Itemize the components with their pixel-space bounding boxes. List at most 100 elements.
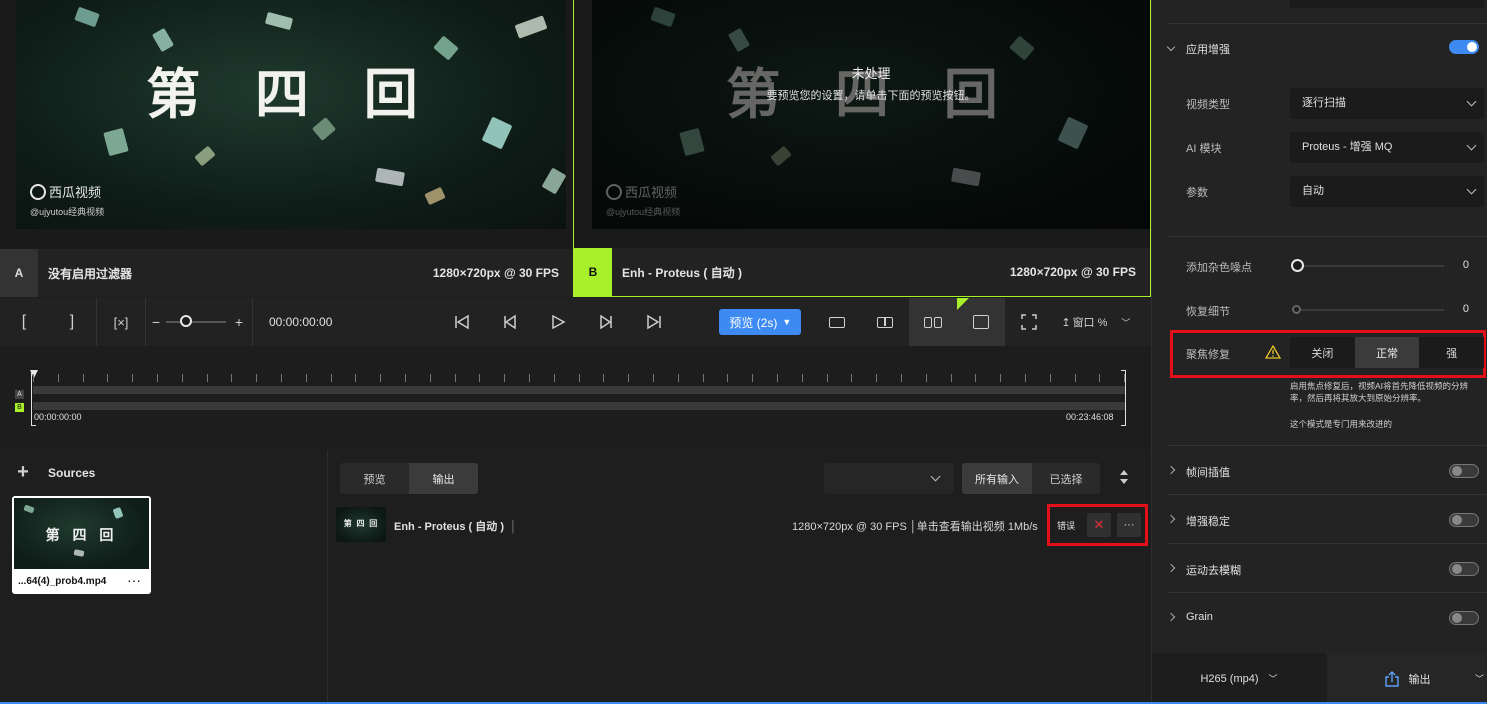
more-icon[interactable]: ··· xyxy=(127,572,141,588)
chevron-down-icon[interactable]: ﹀ xyxy=(1475,672,1484,685)
preview-button[interactable]: 预览 (2s) ▼ xyxy=(719,309,802,335)
go-to-end-icon[interactable] xyxy=(630,298,678,346)
sources-header: + Sources xyxy=(12,462,95,484)
detail-slider-knob[interactable] xyxy=(1292,305,1301,314)
format-select[interactable]: H265 (mp4) ﹀ xyxy=(1152,653,1326,704)
timeline[interactable]: A B 00:00:00:00 00:23:46:08 xyxy=(0,346,1151,450)
zoom-level-select[interactable]: ↥ 窗口 % ﹀ xyxy=(1053,298,1133,346)
tab-output[interactable]: 输出 xyxy=(409,463,478,494)
pane-b-info-bar: B Enh - Proteus ( 自动 ) 1280×720px @ 30 F… xyxy=(574,248,1150,296)
output-row[interactable]: 第 四 回 Enh - Proteus ( 自动 ) │ 1280×720px @… xyxy=(336,504,1148,546)
ruler-tick xyxy=(603,374,605,382)
cancel-output-button[interactable]: ✕ xyxy=(1087,513,1111,537)
params-select[interactable]: 自动 xyxy=(1290,176,1484,207)
ruler-tick xyxy=(677,374,679,382)
detail-slider[interactable] xyxy=(1292,305,1444,314)
focus-option-normal[interactable]: 正常 xyxy=(1354,337,1420,368)
expand-chevron-icon[interactable] xyxy=(1166,514,1176,524)
error-status[interactable]: 错误 xyxy=(1057,519,1081,532)
output-thumb-title: 第 四 回 xyxy=(343,518,379,528)
ai-model-label: AI 模块 xyxy=(1186,143,1222,155)
expand-chevron-icon[interactable] xyxy=(1166,465,1176,475)
ai-model-select[interactable]: Proteus - 增强 MQ xyxy=(1290,132,1484,163)
source-card[interactable]: 第 四 回 ...64(4)_prob4.mp4 ··· xyxy=(12,496,151,594)
ruler-tick xyxy=(454,374,456,382)
layout-split-button[interactable] xyxy=(861,298,909,346)
ruler-tick xyxy=(1074,374,1076,382)
pane-a-info-bar: A 没有启用过滤器 1280×720px @ 30 FPS xyxy=(0,249,573,297)
ruler-tick xyxy=(380,374,382,382)
video-type-select[interactable]: 逐行扫描 xyxy=(1290,88,1484,119)
ruler-tick xyxy=(578,374,580,382)
ruler-tick xyxy=(529,374,530,382)
pane-b-label: Enh - Proteus ( 自动 ) xyxy=(622,265,743,280)
stabilize-toggle[interactable] xyxy=(1449,513,1479,527)
output-more-button[interactable]: ··· xyxy=(1117,513,1141,537)
out-bracket[interactable] xyxy=(1121,370,1126,426)
mark-out-button[interactable]: ] xyxy=(48,298,96,346)
zoom-in-icon[interactable]: + xyxy=(226,298,252,346)
pane-b-resolution: 1280×720px @ 30 FPS xyxy=(1009,265,1136,279)
preview-pane-a: 第 四 回 西瓜视频 @ujyutou经典视频 A 没有启用过滤器 1280×7… xyxy=(0,0,573,297)
go-to-start-icon[interactable] xyxy=(438,298,486,346)
ruler-tick xyxy=(752,374,754,382)
output-name: Enh - Proteus ( 自动 ) │ xyxy=(394,521,517,533)
zoom-slider-knob[interactable] xyxy=(180,315,192,327)
chevron-down-icon: ﹀ xyxy=(1121,317,1131,328)
enhance-toggle[interactable] xyxy=(1449,40,1479,54)
focus-fix-segmented: 关闭 正常 强 xyxy=(1290,337,1484,368)
focus-option-strong[interactable]: 强 xyxy=(1419,337,1484,368)
play-icon[interactable] xyxy=(534,298,582,346)
layout-single-button[interactable] xyxy=(813,298,861,346)
settings-panel: 应用增强 视频类型 逐行扫描 AI 模块 Proteus - 增强 MQ 参数 … xyxy=(1151,0,1487,704)
expand-chevron-icon[interactable] xyxy=(1166,563,1176,573)
sort-icon[interactable] xyxy=(1118,470,1130,488)
watermark: 西瓜视频 xyxy=(30,182,101,201)
zoom-out-icon[interactable]: − xyxy=(146,298,166,346)
unprocessed-title: 未处理 xyxy=(851,66,891,81)
tab-all-inputs[interactable]: 所有输入 xyxy=(962,463,1032,494)
focus-option-off[interactable]: 关闭 xyxy=(1290,337,1355,368)
divider xyxy=(252,298,253,346)
mark-in-button[interactable]: [ xyxy=(0,298,48,346)
layout-side-by-side-button[interactable] xyxy=(909,298,958,346)
preview-pane-b[interactable]: 第 四 回 西瓜视频 @ujyutou经典视频 未处理 要预览您的设置，请单击下… xyxy=(573,0,1151,297)
divider xyxy=(1168,23,1487,24)
track-b[interactable] xyxy=(33,402,1125,410)
output-filter-dropdown[interactable] xyxy=(824,463,954,494)
layout-compare-button[interactable] xyxy=(957,298,1006,346)
add-source-icon[interactable]: + xyxy=(12,462,34,484)
expand-chevron-icon[interactable] xyxy=(1166,612,1176,622)
chevron-down-icon xyxy=(1466,96,1477,107)
fullscreen-button[interactable] xyxy=(1005,298,1053,346)
detail-label: 恢复细节 xyxy=(1186,306,1230,318)
top-field[interactable] xyxy=(1290,0,1484,8)
noise-slider-knob[interactable] xyxy=(1291,259,1304,272)
next-frame-icon[interactable] xyxy=(582,298,630,346)
collapse-chevron-icon[interactable] xyxy=(1166,42,1176,52)
tab-selected[interactable]: 已选择 xyxy=(1032,463,1100,494)
fit-icon: ↥ xyxy=(1061,316,1071,329)
track-a[interactable] xyxy=(33,386,1125,394)
noise-slider[interactable] xyxy=(1291,259,1444,272)
ruler-tick xyxy=(157,374,158,382)
grain-toggle[interactable] xyxy=(1449,611,1479,625)
motion-deblur-toggle[interactable] xyxy=(1449,562,1479,576)
ruler-tick xyxy=(1049,374,1051,382)
divider xyxy=(1168,236,1487,237)
output-meta[interactable]: 1280×720px @ 30 FPS │单击查看输出视频 1Mb/s xyxy=(792,518,1038,534)
ruler-tick xyxy=(281,374,282,382)
chevron-down-icon xyxy=(1466,184,1477,195)
frame-interp-toggle[interactable] xyxy=(1449,464,1479,478)
ruler-tick xyxy=(57,374,59,382)
enhance-section-title: 应用增强 xyxy=(1186,44,1230,56)
clear-marks-icon[interactable]: [×] xyxy=(97,298,145,346)
sources-title: Sources xyxy=(48,466,96,480)
zoom-slider[interactable] xyxy=(166,315,226,327)
tab-preview[interactable]: 预览 xyxy=(340,463,409,494)
export-button[interactable]: 输出 ﹀ xyxy=(1327,653,1487,704)
outputs-panel: 预览 输出 所有输入 已选择 第 四 回 Enh - Proteus ( 自动 … xyxy=(328,450,1151,704)
ruler-tick xyxy=(1025,374,1026,382)
focus-fix-note: 启用焦点修复后，视频AI将首先降低视频的分辨率，然后再将其放大到原始分辨率。 xyxy=(1290,381,1469,403)
prev-frame-icon[interactable] xyxy=(486,298,534,346)
